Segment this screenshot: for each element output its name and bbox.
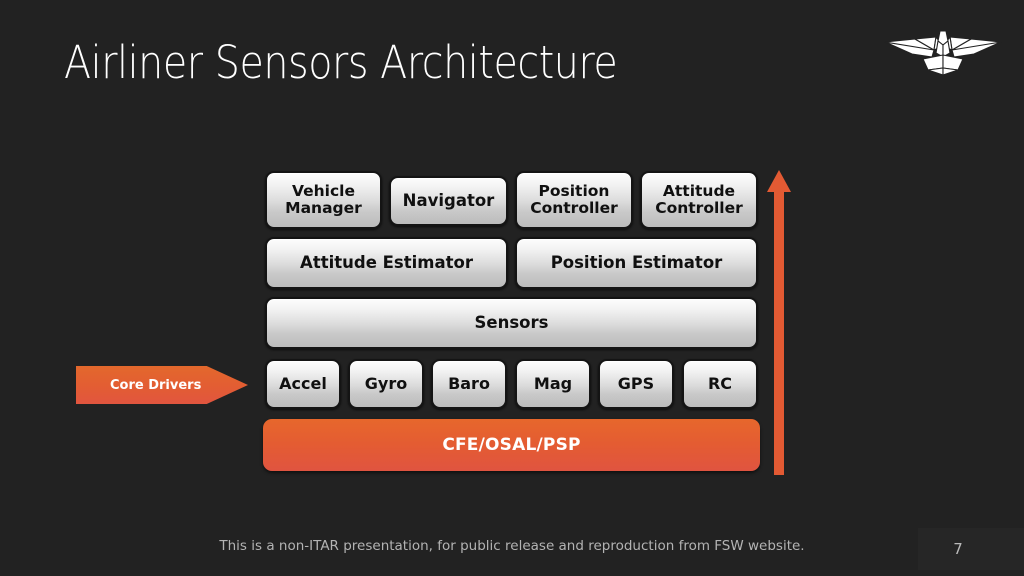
block-label-line: Controller xyxy=(530,199,618,217)
block-cfe-osal-psp[interactable]: CFE/OSAL/PSP xyxy=(263,419,760,471)
block-label-line: Vehicle xyxy=(291,181,355,200)
block-label-line: Mag xyxy=(533,374,573,394)
page-number: 7 xyxy=(953,540,963,558)
block-position-controller[interactable]: Position Controller xyxy=(515,171,633,229)
block-label-line: RC xyxy=(707,374,733,394)
block-label-line: Attitude Estimator xyxy=(300,252,473,272)
block-label-line: Attitude xyxy=(662,181,736,200)
block-label-line: Position xyxy=(538,181,610,200)
block-position-estimator[interactable]: Position Estimator xyxy=(515,237,758,289)
layer-stack-up-arrow xyxy=(766,170,792,475)
block-label-line: Gyro xyxy=(364,374,408,394)
block-navigator[interactable]: Navigator xyxy=(389,176,508,226)
block-label-line: Accel xyxy=(279,374,327,394)
slide: Airliner Sensors Architecture Vehicle Ma… xyxy=(0,0,1024,576)
core-drivers-arrow-tag[interactable]: Core Drivers xyxy=(76,366,248,404)
block-gyro[interactable]: Gyro xyxy=(348,359,424,409)
block-label-line: Sensors xyxy=(474,312,549,332)
block-accel[interactable]: Accel xyxy=(265,359,341,409)
block-baro[interactable]: Baro xyxy=(431,359,507,409)
block-label-line: CFE/OSAL/PSP xyxy=(442,435,581,455)
block-attitude-estimator[interactable]: Attitude Estimator xyxy=(265,237,508,289)
block-label-line: Controller xyxy=(655,199,743,217)
block-vehicle-manager[interactable]: Vehicle Manager xyxy=(265,171,382,229)
block-rc[interactable]: RC xyxy=(682,359,758,409)
page-title: Airliner Sensors Architecture xyxy=(64,36,618,89)
block-label-line: Navigator xyxy=(402,190,495,210)
block-mag[interactable]: Mag xyxy=(515,359,591,409)
core-drivers-label: Core Drivers xyxy=(110,377,202,393)
block-gps[interactable]: GPS xyxy=(598,359,674,409)
block-label-line: Position Estimator xyxy=(550,252,723,272)
block-label-line: Baro xyxy=(448,374,490,394)
block-sensors[interactable]: Sensors xyxy=(265,297,758,349)
winged-bird-logo xyxy=(884,24,1002,76)
block-attitude-controller[interactable]: Attitude Controller xyxy=(640,171,758,229)
footer-disclaimer: This is a non-ITAR presentation, for pub… xyxy=(219,538,805,554)
block-label-line: GPS xyxy=(617,374,655,394)
block-label-line: Manager xyxy=(285,199,362,217)
